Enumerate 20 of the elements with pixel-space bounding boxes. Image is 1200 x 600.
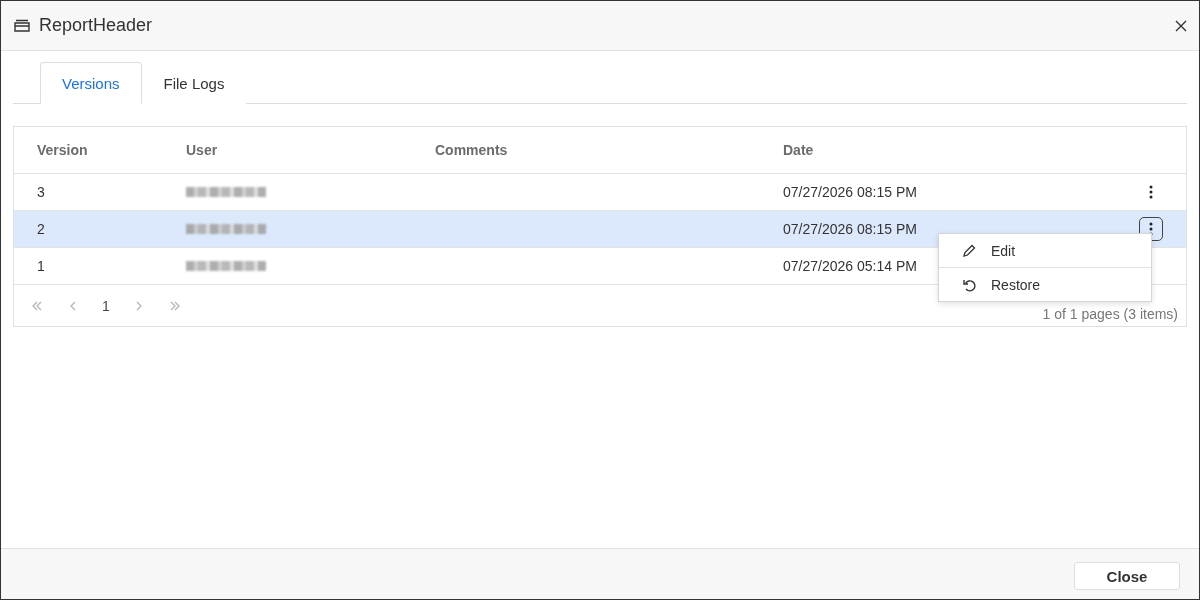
column-header: User	[186, 142, 218, 158]
page-number[interactable]: 1	[102, 297, 110, 314]
column-header: Date	[783, 142, 814, 158]
window-title: ReportHeader	[39, 15, 154, 36]
menu-item[interactable]: Restore	[939, 267, 1151, 301]
table-cell: 07/27/2026 08:15 PM	[783, 184, 917, 200]
pencil-icon	[961, 242, 977, 259]
drawer-icon	[13, 18, 31, 33]
table-cell: 2	[37, 221, 45, 237]
column-header: Comments	[435, 142, 508, 158]
tab[interactable]: Versions	[40, 62, 142, 104]
table-cell: 07/27/2026 08:15 PM	[783, 221, 917, 237]
close-icon[interactable]	[1175, 19, 1187, 32]
table-cell: 1	[37, 258, 45, 274]
table-cell: 3	[37, 184, 45, 200]
table-cell: 07/27/2026 05:14 PM	[783, 258, 917, 274]
close-button[interactable]: Close	[1074, 562, 1180, 590]
pager-summary: 1 of 1 pages (3 items)	[1042, 304, 1178, 322]
kebab-icon	[1149, 185, 1153, 199]
column-header: Version	[37, 142, 88, 158]
